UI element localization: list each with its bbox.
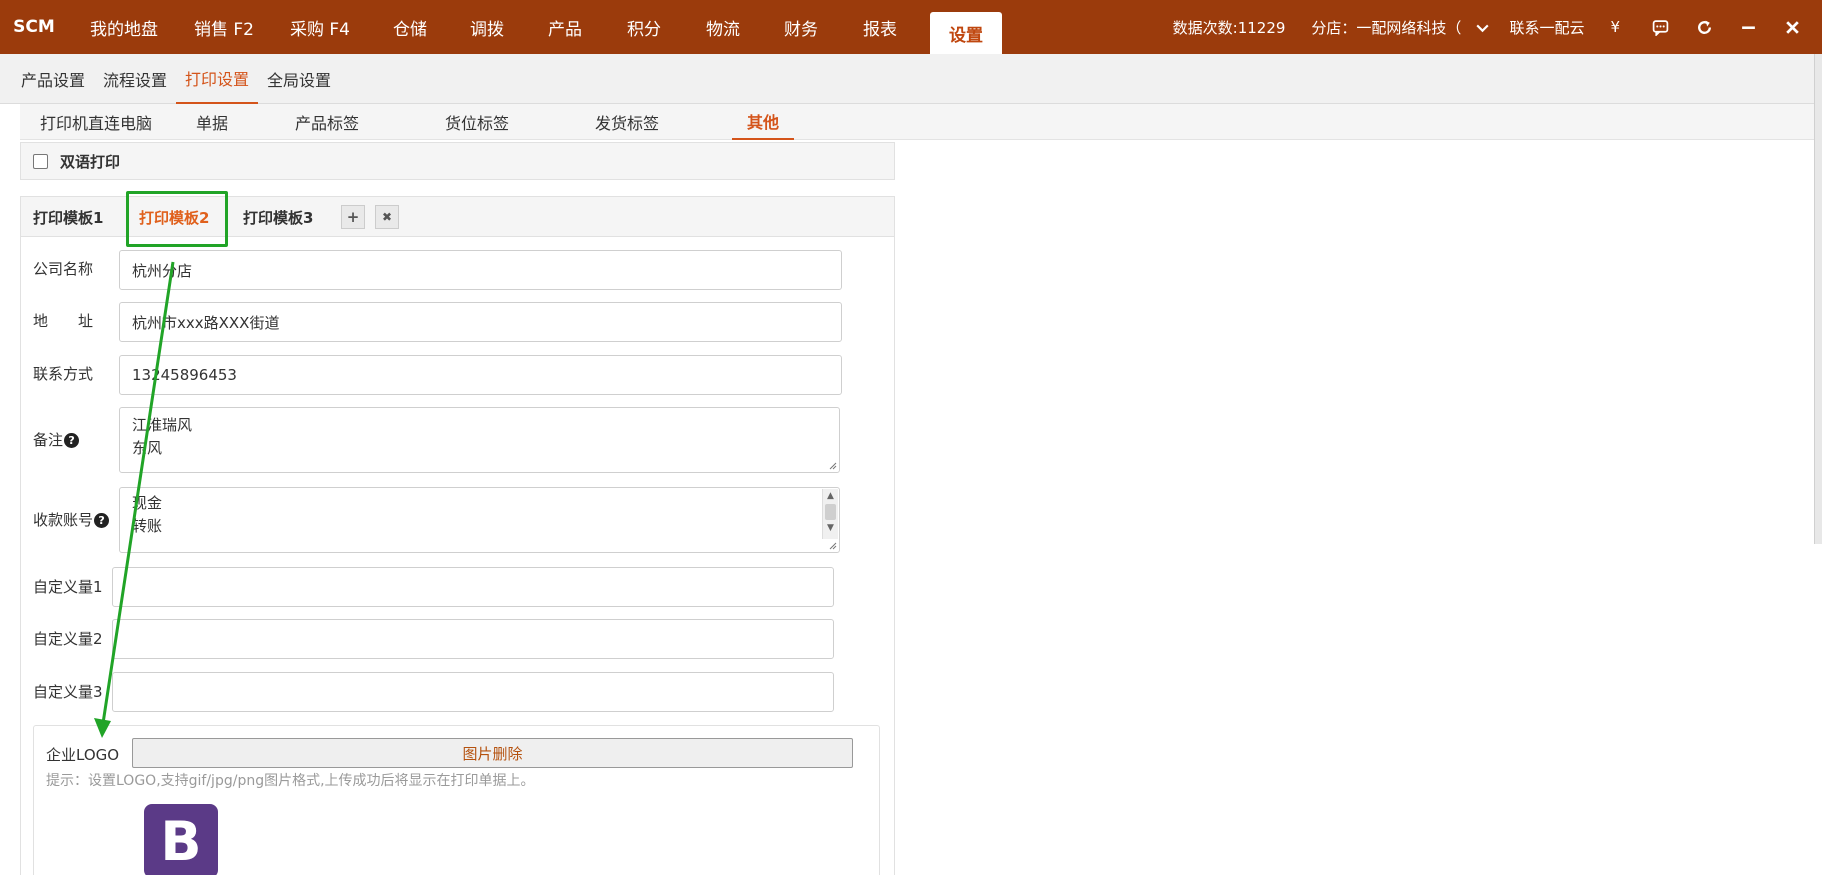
- custom3-label: 自定义量3: [33, 683, 103, 701]
- custom1-label: 自定义量1: [33, 578, 103, 596]
- main-nav: 我的地盘 销售 F2 采购 F4 仓储 调拨 产品 积分 物流 财务 报表 设置: [68, 0, 1002, 54]
- scroll-up-icon[interactable]: ▲: [823, 489, 838, 503]
- top-bar: SCM 我的地盘 销售 F2 采购 F4 仓储 调拨 产品 积分 物流 财务 报…: [0, 0, 1822, 54]
- message-icon[interactable]: [1638, 0, 1682, 54]
- tab-location-label[interactable]: 货位标签: [402, 104, 552, 140]
- contact-link[interactable]: 联系一配云: [1509, 17, 1584, 38]
- resize-handle-icon[interactable]: [829, 462, 837, 470]
- logo-section: 企业LOGO 图片删除 提示：设置LOGO,支持gif/jpg/png图片格式,…: [33, 725, 880, 875]
- tab-print-settings[interactable]: 打印设置: [176, 54, 259, 104]
- bilingual-row: 双语打印: [20, 142, 895, 180]
- top-right-tools: 数据次数:11229 分店：一配网络科技（ 联系一配云 ¥: [1173, 0, 1822, 54]
- company-logo-image: B: [144, 804, 218, 875]
- logo-label: 企业LOGO: [46, 746, 120, 764]
- app-window: SCM 我的地盘 销售 F2 采购 F4 仓储 调拨 产品 积分 物流 财务 报…: [0, 0, 1822, 875]
- delete-image-button[interactable]: 图片删除: [132, 738, 853, 768]
- nav-product[interactable]: 产品: [526, 0, 604, 54]
- remark-label-row: 备注?: [33, 429, 80, 450]
- highlight-box: [126, 191, 228, 247]
- tab-other[interactable]: 其他: [732, 104, 794, 140]
- nav-finance[interactable]: 财务: [762, 0, 840, 54]
- remark-line: 江淮瑞风: [132, 416, 193, 434]
- tab-printer-direct[interactable]: 打印机直连电脑: [20, 104, 172, 140]
- nav-reports[interactable]: 报表: [840, 0, 920, 54]
- chevron-down-icon[interactable]: [1467, 0, 1497, 54]
- bilingual-checkbox[interactable]: [33, 153, 48, 169]
- account-line: 现金: [132, 494, 163, 512]
- yuan-icon[interactable]: ¥: [1610, 18, 1620, 36]
- data-count: 数据次数:11229: [1172, 18, 1286, 37]
- help-icon[interactable]: ?: [64, 433, 80, 448]
- company-label: 公司名称: [33, 260, 94, 278]
- remark-textarea[interactable]: 江淮瑞风 东风: [119, 407, 840, 473]
- settings-subnav: 产品设置 流程设置 打印设置 全局设置: [0, 54, 1822, 104]
- account-label-row: 收款账号?: [33, 509, 110, 530]
- tab-process-settings[interactable]: 流程设置: [94, 54, 176, 104]
- tab-template-1[interactable]: 打印模板1: [33, 197, 103, 237]
- nav-logistics[interactable]: 物流: [684, 0, 762, 54]
- tab-product-label[interactable]: 产品标签: [252, 104, 402, 140]
- address-label: 地 址: [33, 312, 94, 330]
- scroll-down-icon[interactable]: ▼: [823, 521, 838, 535]
- textarea-scrollbar[interactable]: ▲ ▼: [822, 489, 838, 539]
- account-line: 转账: [132, 517, 163, 535]
- template-tabs: 打印模板1 打印模板2 打印模板3 + ✖: [21, 191, 894, 247]
- remark-label: 备注: [33, 431, 64, 449]
- tab-shipping-label[interactable]: 发货标签: [552, 104, 702, 140]
- resize-handle-icon[interactable]: [829, 542, 837, 550]
- print-subnav: 打印机直连电脑 单据 产品标签 货位标签 发货标签 其他: [20, 104, 1822, 140]
- tab-global-settings[interactable]: 全局设置: [258, 54, 340, 104]
- remove-template-button[interactable]: ✖: [375, 205, 399, 229]
- nav-my-space[interactable]: 我的地盘: [68, 0, 180, 54]
- bilingual-label: 双语打印: [60, 152, 121, 171]
- custom1-input[interactable]: [112, 567, 834, 607]
- nav-settings[interactable]: 设置: [930, 12, 1002, 54]
- minimize-icon[interactable]: [1726, 0, 1770, 54]
- nav-points[interactable]: 积分: [604, 0, 684, 54]
- contact-input[interactable]: 13245896453: [119, 355, 842, 395]
- nav-warehouse[interactable]: 仓储: [372, 0, 448, 54]
- tab-template-3[interactable]: 打印模板3: [243, 197, 313, 237]
- account-label: 收款账号: [33, 511, 94, 529]
- tab-product-settings[interactable]: 产品设置: [12, 54, 94, 104]
- custom2-input[interactable]: [112, 619, 834, 659]
- tab-documents[interactable]: 单据: [172, 104, 252, 140]
- brand-logo: SCM: [13, 17, 55, 37]
- add-template-button[interactable]: +: [341, 205, 365, 229]
- logo-hint: 提示：设置LOGO,支持gif/jpg/png图片格式,上传成功后将显示在打印单…: [46, 773, 535, 789]
- help-icon[interactable]: ?: [94, 513, 110, 528]
- page-scrollbar[interactable]: [1814, 54, 1822, 544]
- nav-sales[interactable]: 销售 F2: [180, 0, 268, 54]
- company-input[interactable]: 杭州分店: [119, 250, 842, 290]
- refresh-icon[interactable]: [1682, 0, 1726, 54]
- nav-purchase[interactable]: 采购 F4: [268, 0, 372, 54]
- account-textarea[interactable]: 现金 转账 ▲ ▼: [119, 487, 840, 553]
- branch-name[interactable]: 分店：一配网络科技（: [1311, 17, 1461, 38]
- custom2-label: 自定义量2: [33, 630, 103, 648]
- remark-line: 东风: [132, 439, 163, 457]
- nav-transfer[interactable]: 调拨: [448, 0, 526, 54]
- close-icon[interactable]: [1770, 0, 1814, 54]
- contact-label: 联系方式: [33, 365, 94, 383]
- custom3-input[interactable]: [112, 672, 834, 712]
- address-input[interactable]: 杭州市xxx路XXX街道: [119, 302, 842, 342]
